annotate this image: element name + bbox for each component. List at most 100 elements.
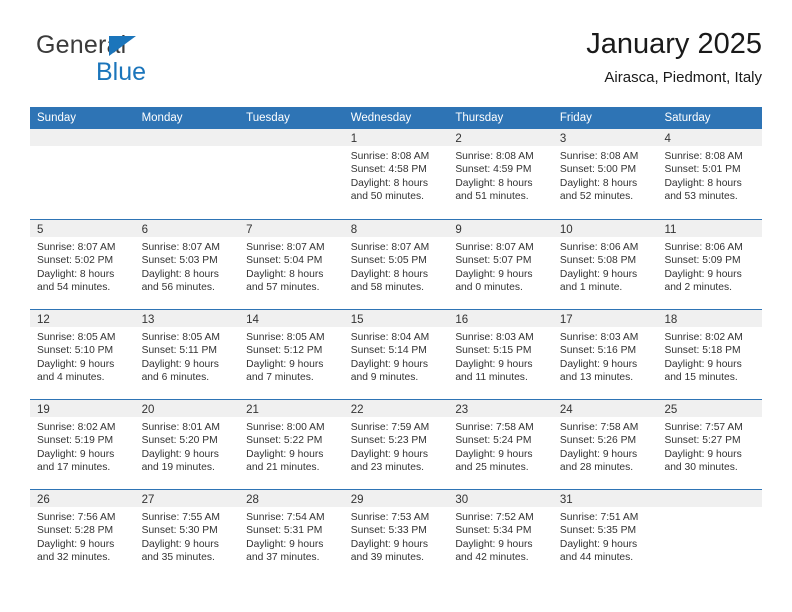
calendar-day-cell[interactable]: 14 Sunrise: 8:05 AM Sunset: 5:12 PM Dayligh… bbox=[239, 310, 344, 399]
calendar-day-cell[interactable]: 15 Sunrise: 8:04 AM Sunset: 5:14 PM Dayligh… bbox=[343, 310, 449, 399]
calendar-day-cell[interactable]: 6 Sunrise: 8:07 AM Sunset: 5:03 PM Daylight… bbox=[134, 220, 240, 309]
daylight-line: Daylight: 9 hours bbox=[664, 268, 742, 280]
sunrise-line: Sunrise: 8:07 AM bbox=[246, 242, 325, 253]
sunset-line: Sunset: 5:05 PM bbox=[350, 255, 427, 267]
calendar-day-cell[interactable]: 1 Sunrise: 8:08 AM Sunset: 4:58 PM Daylight… bbox=[343, 129, 449, 219]
day-number-band: 1 bbox=[343, 129, 449, 146]
day-number-band: 11 bbox=[657, 220, 763, 237]
calendar-day-cell[interactable]: 3 Sunrise: 8:08 AM Sunset: 5:00 PM Daylight… bbox=[552, 129, 658, 219]
sunrise-line: Sunrise: 8:07 AM bbox=[141, 242, 220, 253]
calendar-week-row: 1 Sunrise: 8:08 AM Sunset: 4:58 PM Daylight… bbox=[30, 129, 763, 219]
calendar-day-cell[interactable]: 28 Sunrise: 7:54 AM Sunset: 5:31 PM Dayligh… bbox=[239, 490, 344, 579]
calendar-day-cell[interactable]: 19 Sunrise: 8:02 AM Sunset: 5:19 PM Dayligh… bbox=[30, 400, 135, 489]
calendar-day-cell[interactable]: 10 Sunrise: 8:06 AM Sunset: 5:08 PM Dayligh… bbox=[552, 220, 658, 309]
calendar-day-cell[interactable]: 25 Sunrise: 7:57 AM Sunset: 5:27 PM Dayligh… bbox=[657, 400, 763, 489]
calendar-day-cell[interactable]: 13 Sunrise: 8:05 AM Sunset: 5:11 PM Dayligh… bbox=[134, 310, 240, 399]
calendar-day-cell[interactable]: 22 Sunrise: 7:59 AM Sunset: 5:23 PM Dayligh… bbox=[343, 400, 449, 489]
day-number: 1 bbox=[350, 133, 358, 145]
sunrise-line: Sunrise: 8:08 AM bbox=[350, 151, 430, 162]
calendar-day-cell[interactable]: 29 Sunrise: 7:53 AM Sunset: 5:33 PM Dayligh… bbox=[343, 490, 449, 579]
calendar-day-cell[interactable]: 24 Sunrise: 7:58 AM Sunset: 5:26 PM Dayligh… bbox=[552, 400, 658, 489]
weekday-header-wednesday: Wednesday bbox=[350, 112, 412, 124]
calendar-day-cell[interactable]: 11 Sunrise: 8:06 AM Sunset: 5:09 PM Dayligh… bbox=[657, 220, 763, 309]
day-number-band: 5 bbox=[30, 220, 135, 237]
daylight-line: Daylight: 9 hours bbox=[350, 448, 429, 460]
day-detail-lines: Sunrise: 8:00 AM Sunset: 5:22 PM Daylight:… bbox=[239, 417, 344, 475]
daylight-line-cont: and 19 minutes. bbox=[141, 462, 215, 474]
day-number-band bbox=[239, 129, 344, 146]
logo-triangle-icon bbox=[109, 36, 136, 56]
daylight-line-cont: and 39 minutes. bbox=[350, 552, 425, 564]
day-number-band: 19 bbox=[30, 400, 135, 417]
daylight-line-cont: and 52 minutes. bbox=[559, 191, 634, 203]
day-number: 15 bbox=[350, 314, 364, 326]
sunrise-line: Sunrise: 8:08 AM bbox=[559, 151, 639, 162]
day-detail-lines: Sunrise: 8:04 AM Sunset: 5:14 PM Daylight:… bbox=[344, 327, 449, 385]
calendar-day-cell[interactable]: 21 Sunrise: 8:00 AM Sunset: 5:22 PM Dayligh… bbox=[239, 400, 344, 489]
sunrise-line: Sunrise: 8:01 AM bbox=[141, 422, 220, 433]
daylight-line: Daylight: 8 hours bbox=[37, 268, 115, 280]
calendar-day-cell[interactable]: 8 Sunrise: 8:07 AM Sunset: 5:05 PM Daylight… bbox=[343, 220, 449, 309]
calendar-day-cell[interactable]: 5 Sunrise: 8:07 AM Sunset: 5:02 PM Daylight… bbox=[30, 220, 135, 309]
day-detail-lines: Sunrise: 7:53 AM Sunset: 5:33 PM Daylight:… bbox=[344, 507, 449, 565]
sunrise-line: Sunrise: 7:53 AM bbox=[350, 512, 430, 523]
daylight-line: Daylight: 9 hours bbox=[246, 448, 324, 460]
day-detail-lines: Sunrise: 7:51 AM Sunset: 5:35 PM Daylight:… bbox=[553, 507, 658, 565]
day-number-band bbox=[30, 129, 135, 146]
sunset-line: Sunset: 5:16 PM bbox=[559, 345, 637, 357]
sunset-line: Sunset: 5:00 PM bbox=[559, 164, 637, 176]
sunrise-line: Sunrise: 8:00 AM bbox=[246, 422, 325, 433]
calendar-day-cell[interactable]: 4 Sunrise: 8:08 AM Sunset: 5:01 PM Daylight… bbox=[657, 129, 763, 219]
day-number-band: 9 bbox=[448, 220, 553, 237]
calendar-day-cell[interactable]: 7 Sunrise: 8:07 AM Sunset: 5:04 PM Daylight… bbox=[239, 220, 344, 309]
day-detail-lines: Sunrise: 8:07 AM Sunset: 5:04 PM Daylight:… bbox=[239, 237, 344, 295]
calendar-day-cell[interactable]: 30 Sunrise: 7:52 AM Sunset: 5:34 PM Dayligh… bbox=[448, 490, 553, 579]
day-number-band: 7 bbox=[239, 220, 344, 237]
daylight-line-cont: and 58 minutes. bbox=[350, 282, 425, 294]
day-detail-lines: Sunrise: 8:03 AM Sunset: 5:16 PM Daylight:… bbox=[553, 327, 658, 385]
daylight-line-cont: and 44 minutes. bbox=[559, 552, 634, 564]
sunrise-line: Sunrise: 7:55 AM bbox=[141, 512, 220, 523]
day-detail-lines: Sunrise: 8:03 AM Sunset: 5:15 PM Daylight:… bbox=[448, 327, 553, 385]
calendar-day-cell[interactable]: 20 Sunrise: 8:01 AM Sunset: 5:20 PM Dayligh… bbox=[134, 400, 240, 489]
calendar-day-cell[interactable]: 17 Sunrise: 8:03 AM Sunset: 5:16 PM Dayligh… bbox=[552, 310, 658, 399]
day-detail-lines: Sunrise: 8:07 AM Sunset: 5:07 PM Daylight:… bbox=[448, 237, 553, 295]
calendar-day-cell[interactable]: 12 Sunrise: 8:05 AM Sunset: 5:10 PM Dayligh… bbox=[30, 310, 135, 399]
daylight-line-cont: and 9 minutes. bbox=[350, 372, 419, 384]
calendar-day-cell[interactable]: 18 Sunrise: 8:02 AM Sunset: 5:18 PM Dayligh… bbox=[657, 310, 763, 399]
sunrise-line: Sunrise: 7:57 AM bbox=[664, 422, 743, 433]
day-number: 31 bbox=[559, 494, 573, 506]
calendar-day-cell[interactable]: 26 Sunrise: 7:56 AM Sunset: 5:28 PM Dayligh… bbox=[30, 490, 135, 579]
day-number: 11 bbox=[664, 224, 677, 236]
day-number: 2 bbox=[455, 133, 462, 145]
sunset-line: Sunset: 5:11 PM bbox=[141, 345, 217, 357]
day-number-band: 22 bbox=[343, 400, 449, 417]
daylight-line: Daylight: 8 hours bbox=[559, 177, 638, 189]
daylight-line-cont: and 53 minutes. bbox=[664, 191, 738, 203]
day-detail-lines bbox=[239, 146, 344, 150]
calendar-day-cell[interactable]: 16 Sunrise: 8:03 AM Sunset: 5:15 PM Dayligh… bbox=[448, 310, 553, 399]
calendar-day-cell[interactable]: 31 Sunrise: 7:51 AM Sunset: 5:35 PM Dayligh… bbox=[552, 490, 658, 579]
calendar-day-cell[interactable]: 9 Sunrise: 8:07 AM Sunset: 5:07 PM Daylight… bbox=[448, 220, 553, 309]
title-block: January 2025 Airasca, Piedmont, Italy bbox=[586, 24, 762, 90]
day-detail-lines: Sunrise: 8:02 AM Sunset: 5:19 PM Daylight:… bbox=[30, 417, 135, 475]
daylight-line-cont: and 25 minutes. bbox=[455, 462, 529, 474]
daylight-line: Daylight: 9 hours bbox=[559, 268, 638, 280]
calendar-week-row: 26 Sunrise: 7:56 AM Sunset: 5:28 PM Dayligh… bbox=[30, 489, 763, 579]
calendar-day-cell-empty bbox=[30, 129, 135, 219]
calendar-day-cell[interactable]: 27 Sunrise: 7:55 AM Sunset: 5:30 PM Dayligh… bbox=[134, 490, 240, 579]
daylight-line-cont: and 51 minutes. bbox=[455, 191, 529, 203]
daylight-line-cont: and 56 minutes. bbox=[141, 282, 215, 294]
day-number-band: 2 bbox=[448, 129, 553, 146]
calendar-day-cell[interactable]: 23 Sunrise: 7:58 AM Sunset: 5:24 PM Dayligh… bbox=[448, 400, 553, 489]
daylight-line: Daylight: 9 hours bbox=[664, 448, 742, 460]
weekday-header-thursday: Thursday bbox=[455, 112, 504, 124]
calendar-day-cell[interactable]: 2 Sunrise: 8:08 AM Sunset: 4:59 PM Daylight… bbox=[448, 129, 553, 219]
daylight-line-cont: and 0 minutes. bbox=[455, 282, 523, 294]
daylight-line-cont: and 7 minutes. bbox=[246, 372, 314, 384]
daylight-line: Daylight: 9 hours bbox=[455, 538, 533, 550]
day-number-band: 8 bbox=[343, 220, 449, 237]
calendar-week-row: 12 Sunrise: 8:05 AM Sunset: 5:10 PM Dayligh… bbox=[30, 309, 763, 399]
daylight-line-cont: and 11 minutes. bbox=[455, 372, 528, 384]
general-blue-logo[interactable]: General Blue bbox=[36, 30, 216, 92]
